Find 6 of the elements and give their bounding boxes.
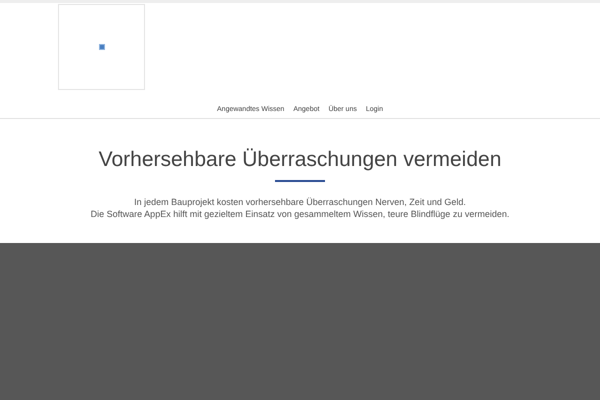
- broken-image-icon: [98, 44, 104, 50]
- hero-heading: Vorhersehbare Überraschungen vermeiden: [98, 147, 502, 173]
- heading-underline: [275, 180, 325, 182]
- intro-text: Die Software AppEx hilft mit gezieltem Einsatz von gesammeltem Wissen, teure Blindflüge zu vermeiden.: [90, 208, 510, 220]
- logo-placeholder[interactable]: [58, 4, 145, 90]
- intro-text: In jedem Bauprojekt kosten vorhersehbare Überraschungen Nerven, Zeit und Geld.: [134, 196, 466, 208]
